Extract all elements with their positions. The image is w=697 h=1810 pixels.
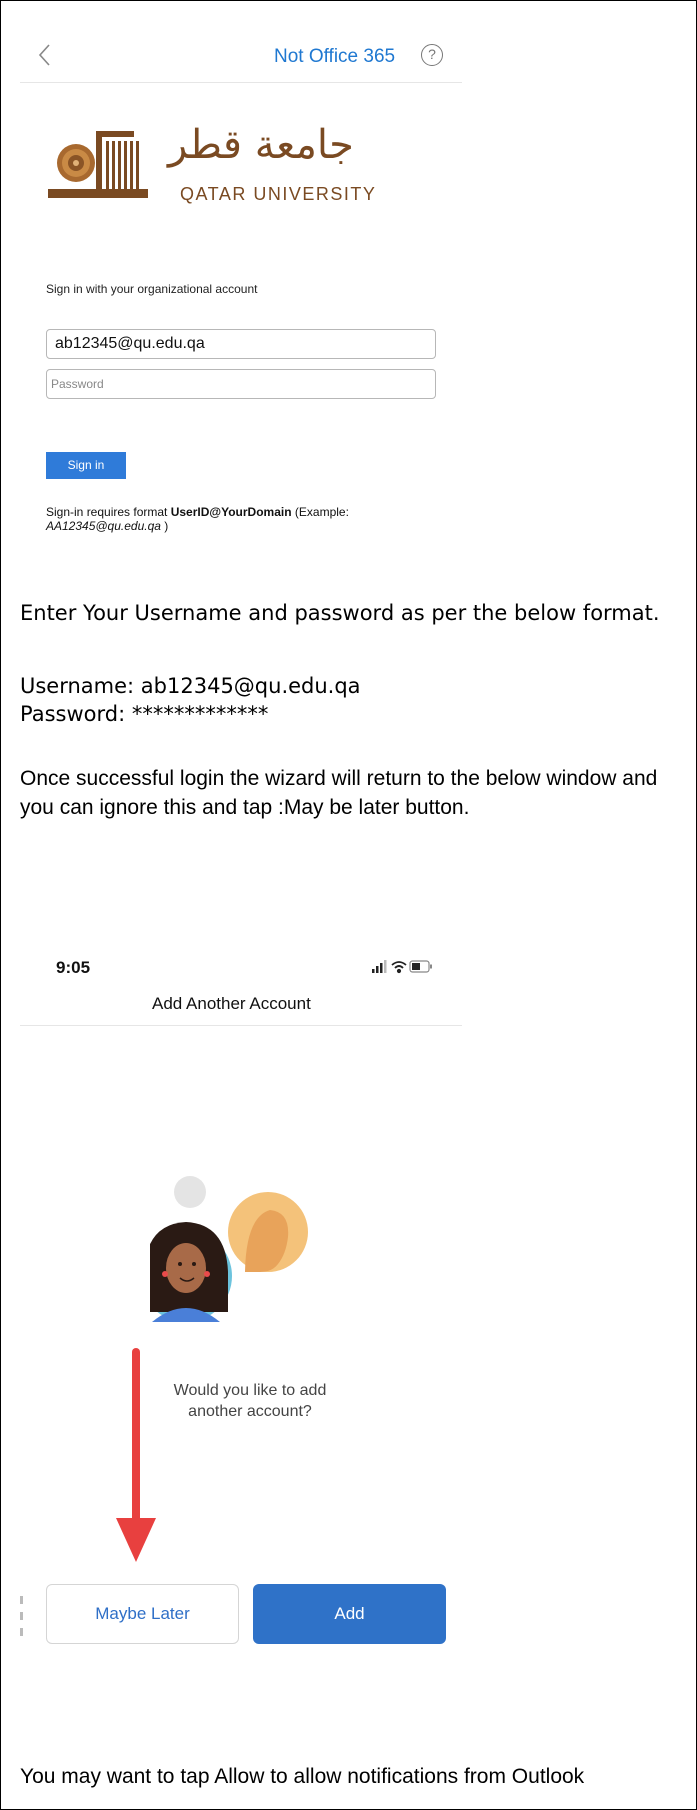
status-time: 9:05 <box>56 958 91 977</box>
prompt-line-1: Would you like to add <box>173 1382 327 1399</box>
note-mid: (Example: <box>291 505 349 519</box>
signin-heading: Sign in with your organizational account <box>46 282 258 296</box>
cellular-signal-icon <box>372 960 387 973</box>
password-placeholder: Password <box>51 377 104 391</box>
add-account-screenshot: 9:05 Add Another Account Would you like … <box>20 944 462 1659</box>
signin-screenshot: Not Office 365 ? جامعة قطر QATAR UNIVERS… <box>20 30 462 550</box>
username-example: Username: ab12345@qu.edu.qa <box>20 674 361 698</box>
edge-mark <box>20 1596 23 1604</box>
back-chevron-icon[interactable] <box>36 42 54 68</box>
username-field[interactable]: ab12345@qu.edu.qa <box>46 329 436 359</box>
note-format: UserID@YourDomain <box>170 505 292 519</box>
avatar-illustration <box>150 1176 308 1322</box>
note-example: AA12345@qu.edu.qa <box>46 519 161 533</box>
nav-title: Not Office 365 <box>274 46 396 67</box>
signin-nav-bar: Not Office 365 ? <box>20 30 462 83</box>
password-example: Password: ************* <box>20 702 269 726</box>
battery-icon <box>409 960 432 973</box>
maybe-later-button[interactable]: Maybe Later <box>46 1584 239 1644</box>
add-account-title: Add Another Account <box>152 994 311 1013</box>
username-value: ab12345@qu.edu.qa <box>55 335 205 352</box>
password-field[interactable]: Password <box>46 369 436 399</box>
help-circle-icon[interactable]: ? <box>421 44 443 66</box>
instruction-maybe-later: Once successful login the wizard will re… <box>20 767 658 819</box>
logo-text-arabic: جامعة قطر <box>168 122 354 168</box>
note-prefix: Sign-in requires format <box>46 505 171 519</box>
red-down-arrow-icon <box>116 1348 156 1562</box>
prompt-line-2: another account? <box>188 1403 312 1420</box>
signin-format-note: Sign-in requires format UserID@YourDomai… <box>46 505 446 533</box>
add-account-prompt: Would you like to add another account? <box>150 1380 350 1422</box>
instruction-allow-notifications: You may want to tap Allow to allow notif… <box>20 1765 585 1788</box>
wifi-icon <box>391 961 407 974</box>
status-icons <box>372 960 432 974</box>
edge-mark <box>20 1612 23 1620</box>
add-button[interactable]: Add <box>253 1584 446 1644</box>
add-account-nav-bar: 9:05 Add Another Account <box>20 944 462 1026</box>
instruction-enter-credentials: Enter Your Username and password as per … <box>20 601 660 625</box>
note-suffix: ) <box>160 519 169 533</box>
logo-text-english: QATAR UNIVERSITY <box>180 184 377 204</box>
sign-in-button[interactable]: Sign in <box>46 452 126 479</box>
instruction-credential-format: Username: ab12345@qu.edu.qa Password: **… <box>20 672 670 728</box>
edge-mark <box>20 1628 23 1636</box>
